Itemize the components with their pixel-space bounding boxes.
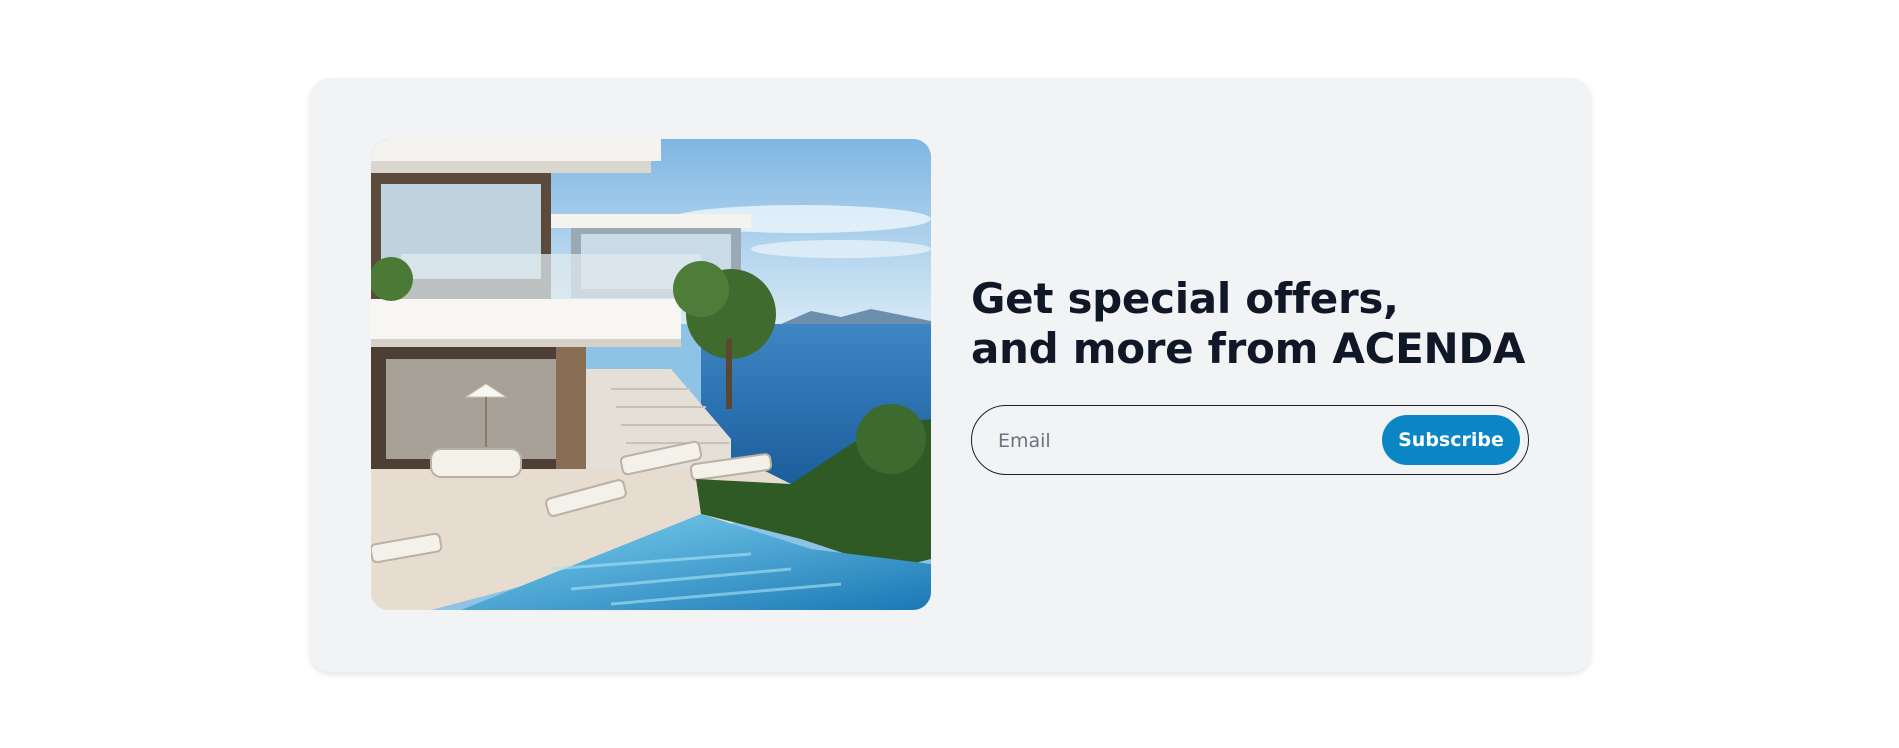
villa-pool-image [371,139,931,610]
newsletter-headline: Get special offers, and more from ACENDA [971,274,1525,374]
newsletter-card: Get special offers, and more from ACENDA… [310,78,1591,672]
subscribe-form: Subscribe [971,405,1529,475]
email-input[interactable] [996,422,1360,460]
headline-line-1: Get special offers, [971,274,1399,323]
headline-line-2: and more from ACENDA [971,324,1526,373]
villa-pool-illustration [371,139,931,610]
subscribe-button[interactable]: Subscribe [1382,415,1520,465]
